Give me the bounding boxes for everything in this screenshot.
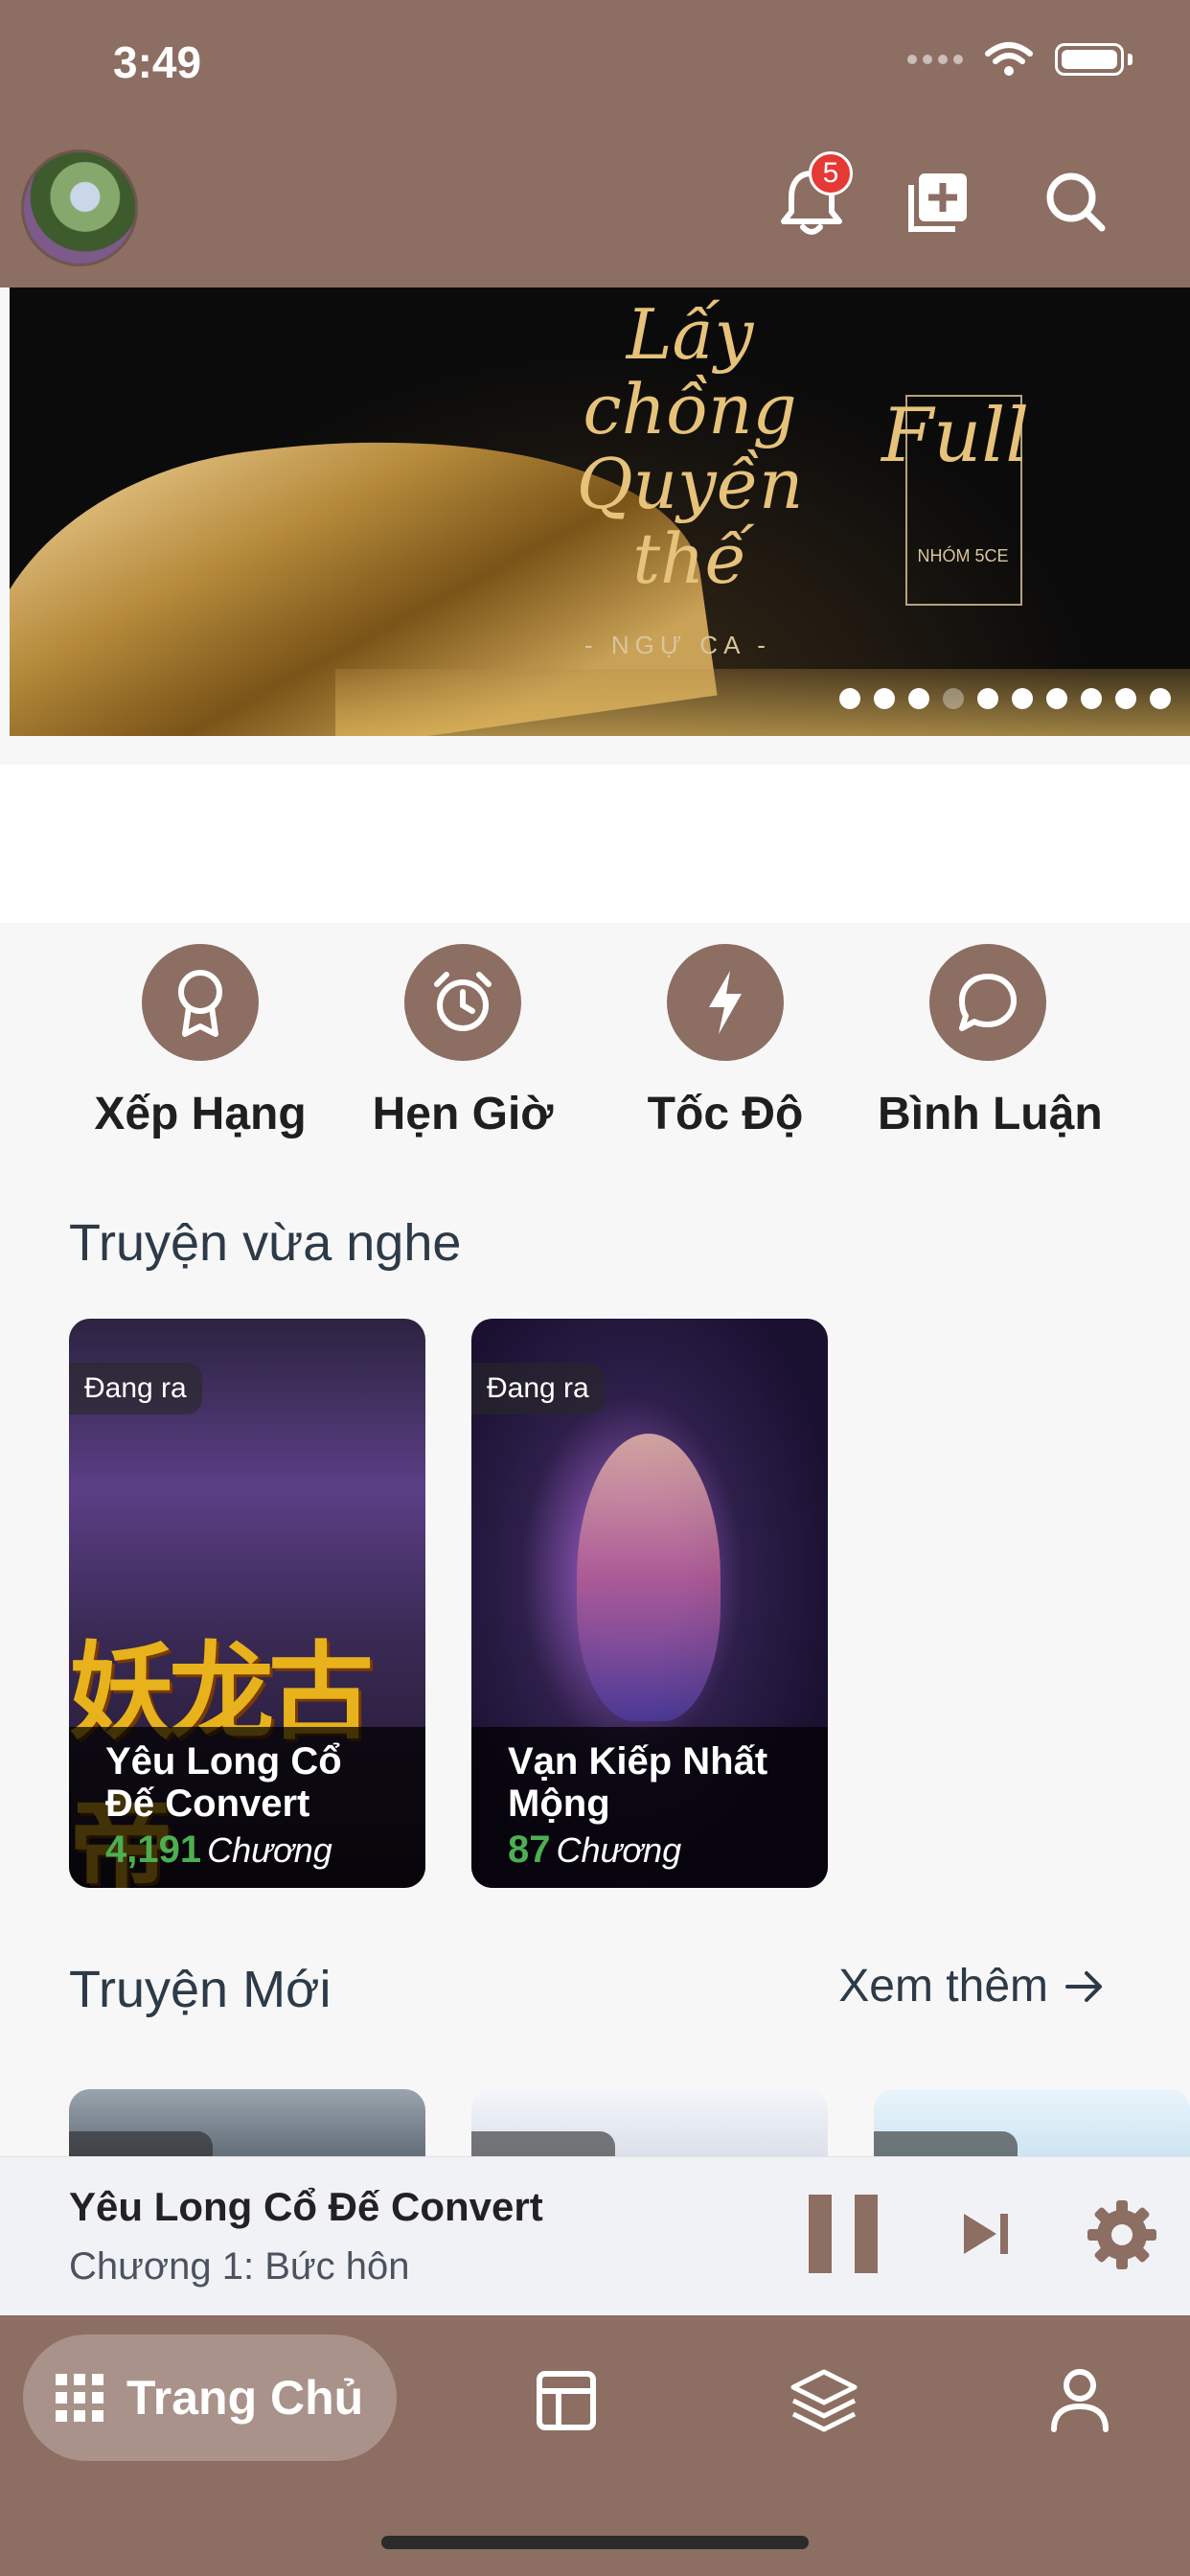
- grid-icon: [56, 2374, 103, 2422]
- wifi-icon: [985, 42, 1033, 76]
- recent-story-card[interactable]: 妖龙古帝 Đang ra Yêu Long Cổ Đế Convert 4,19…: [69, 1319, 425, 1888]
- cover-art: 妖龙古帝: [69, 1630, 374, 1888]
- pager-dot[interactable]: [839, 688, 860, 709]
- pager-dot[interactable]: [874, 688, 895, 709]
- chapter-unit: Chương: [207, 1830, 332, 1870]
- pager-dot[interactable]: [1081, 688, 1102, 709]
- status-icons: [907, 40, 1133, 79]
- battery-icon: [1055, 43, 1124, 76]
- chapter-count: 87: [508, 1828, 551, 1871]
- nav-home-label: Trang Chủ: [126, 2371, 364, 2425]
- chat-bubble-icon: [959, 974, 1017, 1031]
- pause-icon: [809, 2195, 878, 2273]
- pager-dot[interactable]: [977, 688, 998, 709]
- search-button[interactable]: [1035, 161, 1117, 243]
- new-section-title: Truyện Mới: [69, 1961, 332, 2018]
- pager-dot[interactable]: [1012, 688, 1033, 709]
- status-time: 3:49: [113, 37, 202, 87]
- new-story-card[interactable]: [69, 2089, 425, 2166]
- player-chapter: Chương 1: Bức hôn: [69, 2245, 410, 2288]
- featured-banner[interactable]: Lấy chồng Quyền thế - NGỰ CA - Full NHÓM…: [10, 288, 1190, 736]
- home-indicator[interactable]: [381, 2536, 809, 2549]
- layout-icon: [537, 2371, 596, 2430]
- gear-icon: [1087, 2200, 1156, 2269]
- nav-layout[interactable]: [523, 2358, 609, 2444]
- user-icon: [1051, 2369, 1109, 2432]
- cover-art: [577, 1434, 721, 1721]
- search-icon: [1046, 172, 1106, 232]
- new-story-card[interactable]: [874, 2089, 1190, 2166]
- banner-author: - NGỰ CA -: [584, 631, 771, 659]
- chapter-count: 4,191: [105, 1828, 202, 1871]
- add-library-button[interactable]: [897, 161, 979, 243]
- lightning-icon: [709, 971, 742, 1034]
- settings-button[interactable]: [1079, 2192, 1165, 2278]
- pager-dot[interactable]: [1046, 688, 1067, 709]
- award-icon: [178, 970, 222, 1037]
- status-badge: Đang ra: [69, 1363, 202, 1414]
- quick-action-timer[interactable]: Hẹn Giờ: [353, 944, 573, 1140]
- recent-section-title: Truyện vừa nghe: [69, 1214, 462, 1272]
- app-header: 3:49 5: [0, 0, 1190, 288]
- banner-group: NHÓM 5CE: [917, 546, 1009, 565]
- nav-library[interactable]: [781, 2358, 867, 2444]
- pause-button[interactable]: [795, 2186, 891, 2282]
- story-title: Yêu Long Cổ Đế Convert: [105, 1740, 342, 1825]
- nav-home[interactable]: Trang Chủ: [23, 2334, 397, 2461]
- status-badge: Đang ra: [471, 1363, 605, 1414]
- pager-dot[interactable]: [908, 688, 929, 709]
- skip-next-icon: [964, 2214, 1008, 2254]
- recent-story-card[interactable]: Đang ra Vạn Kiếp Nhất Mộng 87 Chương: [471, 1319, 828, 1888]
- alarm-clock-icon: [434, 972, 492, 1031]
- quick-action-ranking[interactable]: Xếp Hạng: [90, 944, 310, 1140]
- new-story-card[interactable]: [471, 2089, 828, 2166]
- notification-badge: 5: [809, 151, 853, 196]
- library-add-icon: [908, 173, 967, 232]
- banner-title: Lấy chồng Quyền thế: [576, 294, 804, 599]
- see-more-link[interactable]: Xem thêm: [838, 1960, 1104, 2012]
- carousel-pager[interactable]: [839, 688, 1171, 709]
- quick-action-speed[interactable]: Tốc Độ: [615, 944, 835, 1140]
- story-title: Vạn Kiếp Nhất Mộng: [508, 1740, 768, 1825]
- notification-button[interactable]: 5: [770, 151, 853, 243]
- quick-action-comments[interactable]: Bình Luận: [878, 944, 1103, 1140]
- mini-player[interactable]: Yêu Long Cổ Đế Convert Chương 1: Bức hôn: [0, 2156, 1190, 2315]
- nav-profile[interactable]: [1037, 2358, 1123, 2444]
- pager-dot[interactable]: [1150, 688, 1171, 709]
- signal-icon: [907, 55, 963, 64]
- player-title: Yêu Long Cổ Đế Convert: [69, 2184, 543, 2229]
- banner-badge: Full: [881, 393, 1030, 479]
- chapter-unit: Chương: [556, 1830, 682, 1870]
- layers-icon: [790, 2369, 858, 2432]
- pager-dot[interactable]: [943, 688, 964, 709]
- next-button[interactable]: [949, 2196, 1025, 2272]
- avatar[interactable]: [21, 150, 138, 266]
- arrow-right-icon: [1065, 1970, 1102, 2002]
- pager-dot[interactable]: [1115, 688, 1136, 709]
